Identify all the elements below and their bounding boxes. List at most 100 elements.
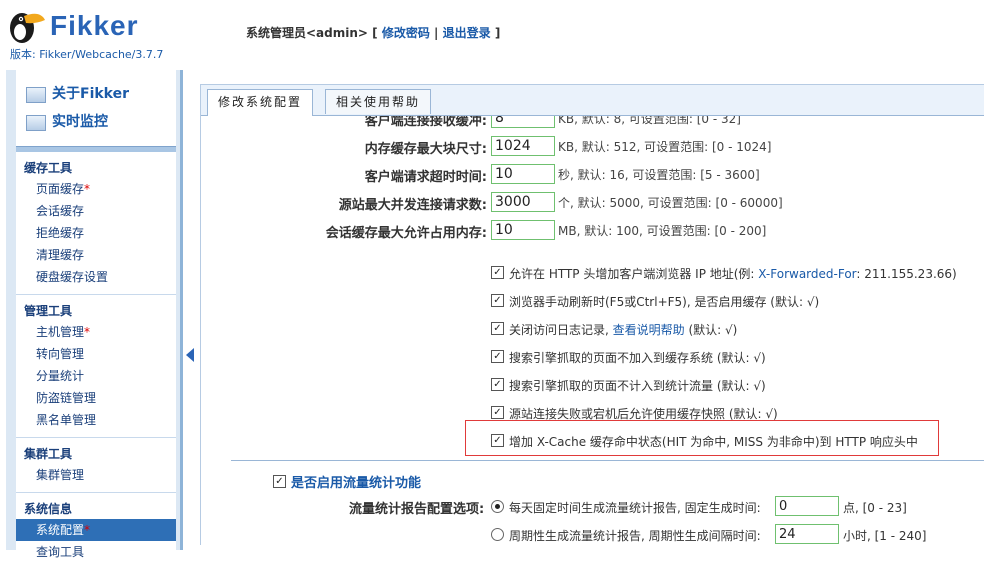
sidebar-item-label: 系统配置 xyxy=(36,523,85,537)
sidebar-item-query-tools[interactable]: 查询工具 xyxy=(16,541,176,563)
sidebar-group-title: 系统信息 xyxy=(24,502,73,516)
option-x-cache-header[interactable]: ✓ 增加 X-Cache 缓存命中状态(HIT 为命中, MISS 为非命中)到… xyxy=(491,430,971,454)
interval-hours-input[interactable] xyxy=(775,524,839,544)
change-password-link[interactable]: 修改密码 xyxy=(382,26,430,40)
sidebar-item-label: 黑名单管理 xyxy=(36,413,97,427)
option-browser-refresh-cache[interactable]: ✓ 浏览器手动刷新时(F5或Ctrl+F5), 是否启用缓存 (默认: √) xyxy=(491,290,971,314)
radio-button[interactable] xyxy=(491,500,504,513)
section-title: 是否启用流量统计功能 xyxy=(291,476,422,491)
monitor-icon xyxy=(26,115,46,131)
checkbox[interactable]: ✓ xyxy=(491,266,504,279)
view-help-link[interactable]: 查看说明帮助 xyxy=(613,323,685,337)
tab-help[interactable]: 相关使用帮助 xyxy=(325,89,432,114)
option-text: 关闭访问日志记录, 查看说明帮助 (默认: √) xyxy=(509,321,737,338)
version-label: 版本: Fikker/Webcache/3.7.7 xyxy=(10,48,164,61)
setting-label: 内存缓存最大块尺寸: xyxy=(364,142,487,157)
checkbox[interactable]: ✓ xyxy=(491,294,504,307)
option-text: 增加 X-Cache 缓存命中状态(HIT 为命中, MISS 为非命中)到 H… xyxy=(509,435,918,449)
sidebar-item-host[interactable]: 主机管理* xyxy=(16,321,176,343)
sidebar-item-reject-cache[interactable]: 拒绝缓存 xyxy=(16,222,176,244)
setting-hint: KB, 默认: 8, 可设置范围: [0 - 32] xyxy=(558,116,741,126)
sidebar-item-session-cache[interactable]: 会话缓存 xyxy=(16,200,176,222)
setting-row: 客户端请求超时时间: 秒, 默认: 16, 可设置范围: [5 - 3600] xyxy=(201,162,984,188)
setting-label: 客户端请求超时时间: xyxy=(364,170,487,185)
radio-daily-report[interactable]: 每天固定时间生成流量统计报告, 固定生成时间: 点, [0 - 23] xyxy=(491,496,971,520)
sidebar-top-links: 关于Fikker 实时监控 xyxy=(16,70,176,146)
required-star: * xyxy=(84,523,91,537)
sidebar-item-blacklist[interactable]: 黑名单管理 xyxy=(16,409,176,431)
radio-text: 每天固定时间生成流量统计报告, 固定生成时间: xyxy=(509,501,761,515)
setting-hint: 秒, 默认: 16, 可设置范围: [5 - 3600] xyxy=(558,168,760,182)
sidebar-item-label: 会话缓存 xyxy=(36,204,85,218)
setting-hint: 个, 默认: 5000, 可设置范围: [0 - 60000] xyxy=(558,196,783,210)
option-text-main: 关闭访问日志记录, xyxy=(509,323,613,337)
sidebar-group-system: 系统信息 系统配置* 查询工具 xyxy=(16,493,176,569)
sidebar-link-about[interactable]: 关于Fikker xyxy=(16,80,176,108)
admin-label: 系统管理员<admin> xyxy=(246,26,368,40)
radio-button[interactable] xyxy=(491,528,504,541)
radio-periodic-report[interactable]: 周期性生成流量统计报告, 周期性生成间隔时间: 小时, [1 - 240] xyxy=(491,524,971,545)
radio-tail: 小时, [1 - 240] xyxy=(843,529,927,543)
option-text: 搜索引擎抓取的页面不计入到统计流量 (默认: √) xyxy=(509,379,766,393)
section-divider xyxy=(231,460,984,461)
checkbox[interactable]: ✓ xyxy=(491,378,504,391)
option-text: 搜索引擎抓取的页面不加入到缓存系统 (默认: √) xyxy=(509,351,766,365)
sidebar-item-label: 集群管理 xyxy=(36,468,85,482)
enable-traffic-stats[interactable]: ✓ 是否启用流量统计功能 xyxy=(273,472,421,491)
bracket-open: [ xyxy=(372,26,378,40)
option-disable-access-log[interactable]: ✓ 关闭访问日志记录, 查看说明帮助 (默认: √) xyxy=(491,318,971,342)
sidebar-group-title: 缓存工具 xyxy=(24,161,73,175)
sidebar-link-about-label: 关于Fikker xyxy=(52,86,130,102)
mem-block-size-input[interactable] xyxy=(491,136,555,156)
sidebar-link-monitor-label: 实时监控 xyxy=(52,114,108,130)
sidebar-item-label: 查询工具 xyxy=(36,545,85,559)
option-text: 允许在 HTTP 头增加客户端浏览器 IP 地址(例: X-Forwarded-… xyxy=(509,265,957,282)
sidebar-link-monitor[interactable]: 实时监控 xyxy=(16,108,176,136)
sidebar-item-label: 硬盘缓存设置 xyxy=(36,270,109,284)
setting-label: 源站最大并发连接请求数: xyxy=(338,198,487,213)
checkbox[interactable]: ✓ xyxy=(491,434,504,447)
session-cache-mem-input[interactable] xyxy=(491,220,555,240)
sidebar-item-redirect[interactable]: 转向管理 xyxy=(16,343,176,365)
fikker-logo: Fikker xyxy=(6,6,166,46)
sidebar-item-clear-cache[interactable]: 清理缓存 xyxy=(16,244,176,266)
setting-row: 会话缓存最大允许占用内存: MB, 默认: 100, 可设置范围: [0 - 2… xyxy=(201,218,984,244)
required-star: * xyxy=(84,182,91,196)
sidebar-item-label: 页面缓存 xyxy=(36,182,85,196)
tab-system-config[interactable]: 修改系统配置 xyxy=(207,89,314,116)
option-spider-no-cache[interactable]: ✓ 搜索引擎抓取的页面不加入到缓存系统 (默认: √) xyxy=(491,346,971,370)
client-timeout-input[interactable] xyxy=(491,164,555,184)
sidebar-item-system-config[interactable]: 系统配置* xyxy=(16,519,176,541)
bracket-close: ] xyxy=(494,26,501,40)
sidebar-item-label: 防盗链管理 xyxy=(36,391,97,405)
logout-link[interactable]: 退出登录 xyxy=(443,26,491,40)
header-user-bar: 系统管理员<admin> [ 修改密码 | 退出登录 ] xyxy=(246,24,500,41)
setting-hint: KB, 默认: 512, 可设置范围: [0 - 1024] xyxy=(558,140,772,154)
main-panel: 修改系统配置 相关使用帮助 客户端连接接收缓冲: KB, 默认: 8, 可设置范… xyxy=(200,84,984,545)
origin-max-conn-input[interactable] xyxy=(491,192,555,212)
collapse-sidebar-arrow-icon[interactable] xyxy=(186,348,194,362)
sidebar-item-disk-cache[interactable]: 硬盘缓存设置 xyxy=(16,266,176,288)
sidebar-item-cluster[interactable]: 集群管理 xyxy=(16,464,176,486)
x-forwarded-for-link[interactable]: X-Forwarded-For xyxy=(758,267,856,281)
sidebar-item-stats[interactable]: 分量统计 xyxy=(16,365,176,387)
checkbox[interactable]: ✓ xyxy=(491,322,504,335)
sidebar: 关于Fikker 实时监控 缓存工具 页面缓存* 会话缓存 拒绝缓存 清理缓存 … xyxy=(6,70,183,559)
checkbox[interactable]: ✓ xyxy=(273,475,286,488)
tab-bar: 修改系统配置 相关使用帮助 xyxy=(201,85,984,116)
sidebar-item-page-cache[interactable]: 页面缓存* xyxy=(16,178,176,200)
option-spider-no-traffic[interactable]: ✓ 搜索引擎抓取的页面不计入到统计流量 (默认: √) xyxy=(491,374,971,398)
required-star: * xyxy=(84,325,91,339)
sidebar-item-label: 清理缓存 xyxy=(36,248,85,262)
option-text: 浏览器手动刷新时(F5或Ctrl+F5), 是否启用缓存 (默认: √) xyxy=(509,295,820,309)
report-options-label: 流量统计报告配置选项: xyxy=(349,502,485,517)
sidebar-item-label: 转向管理 xyxy=(36,347,85,361)
option-x-forwarded-for[interactable]: ✓ 允许在 HTTP 头增加客户端浏览器 IP 地址(例: X-Forwarde… xyxy=(491,262,971,286)
sidebar-group-manage: 管理工具 主机管理* 转向管理 分量统计 防盗链管理 黑名单管理 xyxy=(16,295,176,438)
checkbox[interactable]: ✓ xyxy=(491,350,504,363)
sidebar-item-hotlink[interactable]: 防盗链管理 xyxy=(16,387,176,409)
checkbox[interactable]: ✓ xyxy=(491,406,504,419)
setting-row: 内存缓存最大块尺寸: KB, 默认: 512, 可设置范围: [0 - 1024… xyxy=(201,134,984,160)
daily-hour-input[interactable] xyxy=(775,496,839,516)
recv-buffer-input[interactable] xyxy=(491,116,555,128)
